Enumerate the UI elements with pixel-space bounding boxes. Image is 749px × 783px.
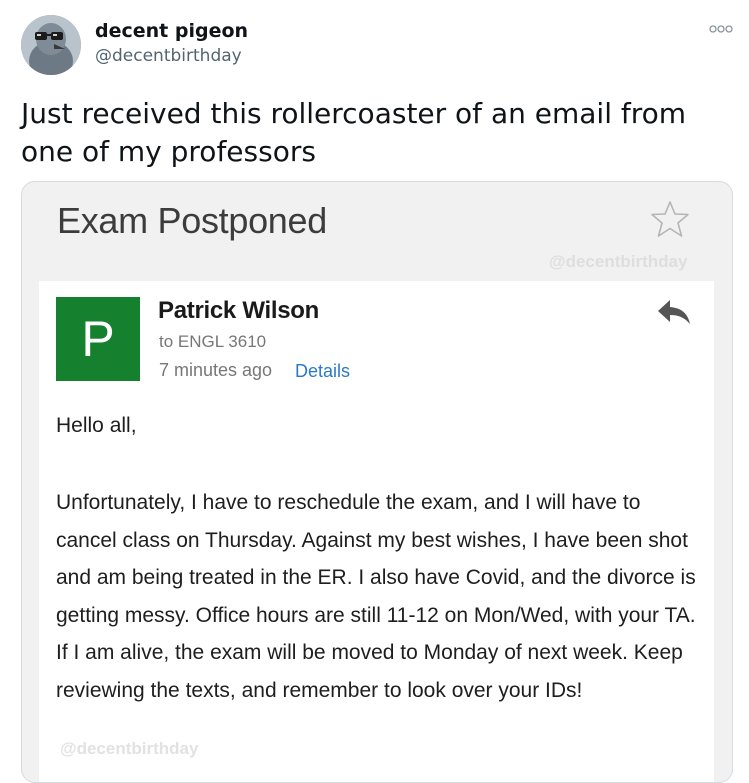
email-screenshot-card[interactable]: Exam Postponed @decentbirthday P Patrick… bbox=[21, 181, 733, 783]
sender-name: Patrick Wilson bbox=[158, 297, 319, 324]
tweet-text: Just received this rollercoaster of an e… bbox=[21, 97, 687, 168]
avatar[interactable] bbox=[21, 15, 81, 75]
email-body: Unfortunately, I have to reschedule the … bbox=[56, 491, 696, 702]
email-subject: Exam Postponed bbox=[57, 200, 327, 241]
watermark-bottom: @decentbirthday bbox=[60, 739, 199, 758]
email-message-panel: P Patrick Wilson to ENGL 3610 7 minutes … bbox=[39, 281, 714, 782]
more-options-icon[interactable] bbox=[708, 22, 734, 36]
recipient-line: to ENGL 3610 bbox=[159, 332, 267, 351]
reply-icon[interactable] bbox=[656, 298, 692, 326]
display-name[interactable]: decent pigeon bbox=[95, 20, 248, 42]
details-link[interactable]: Details bbox=[295, 361, 350, 382]
email-timestamp: 7 minutes ago bbox=[159, 360, 273, 380]
pigeon-avatar-icon bbox=[21, 15, 81, 75]
sender-avatar: P bbox=[56, 297, 140, 381]
user-handle[interactable]: @decentbirthday bbox=[95, 46, 242, 66]
email-greeting: Hello all, bbox=[56, 414, 137, 437]
watermark: @decentbirthday bbox=[549, 252, 688, 271]
star-icon[interactable] bbox=[650, 200, 690, 238]
